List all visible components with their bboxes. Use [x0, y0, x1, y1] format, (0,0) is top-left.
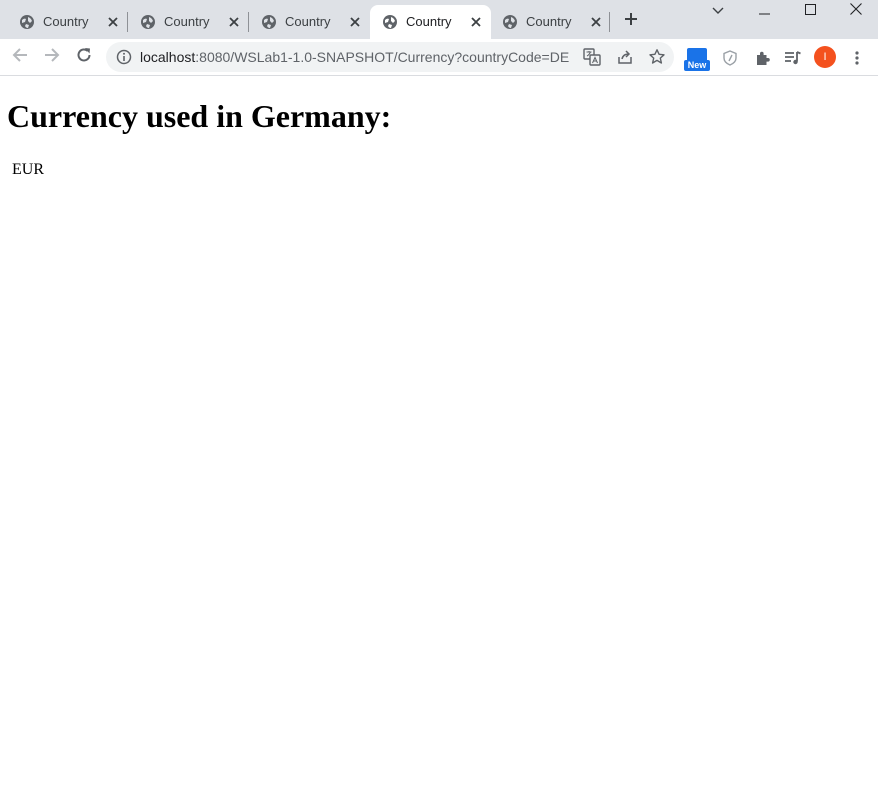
minimize-button[interactable]	[749, 0, 779, 22]
url-text[interactable]: localhost:8080/WSLab1-1.0-SNAPSHOT/Curre…	[140, 49, 569, 65]
arrow-right-icon	[44, 47, 60, 68]
minimize-icon	[758, 2, 770, 20]
globe-icon	[382, 14, 398, 30]
plus-icon	[624, 12, 638, 31]
info-icon[interactable]	[116, 49, 132, 65]
close-icon[interactable]	[225, 13, 243, 31]
close-icon[interactable]	[104, 13, 122, 31]
browser-tab[interactable]: Country	[490, 5, 611, 39]
url-path: :8080/WSLab1-1.0-SNAPSHOT/Currency?count…	[195, 49, 570, 65]
page-title: Currency used in Germany:	[7, 98, 392, 134]
tab-title: Country	[285, 14, 331, 29]
page-content: Currency used in Germany: EUR	[0, 76, 878, 797]
arrow-left-icon	[12, 47, 28, 68]
forward-button[interactable]	[40, 45, 64, 69]
close-icon[interactable]	[587, 13, 605, 31]
url-host: localhost	[140, 49, 196, 65]
maximize-icon	[804, 2, 816, 20]
globe-icon	[19, 14, 35, 30]
tab-strip: Country Country Country Country Country	[0, 0, 878, 39]
kebab-menu-icon[interactable]	[846, 47, 868, 69]
maximize-button[interactable]	[795, 0, 825, 22]
tab-title: Country	[406, 14, 452, 29]
globe-icon	[502, 14, 518, 30]
close-window-button[interactable]	[841, 0, 871, 22]
tab-title: Country	[526, 14, 572, 29]
close-icon	[850, 2, 862, 20]
currency-value: EUR	[12, 161, 44, 178]
translate-icon[interactable]	[582, 47, 602, 67]
extension-logo-icon	[687, 48, 707, 60]
close-icon[interactable]	[467, 13, 485, 31]
chevron-down-icon	[712, 2, 724, 20]
tab-title: Country	[164, 14, 210, 29]
media-playlist-icon[interactable]	[782, 47, 804, 69]
browser-toolbar: localhost:8080/WSLab1-1.0-SNAPSHOT/Curre…	[0, 39, 878, 76]
tab-search-button[interactable]	[703, 0, 733, 22]
shield-extension-icon[interactable]	[719, 47, 741, 69]
browser-tab-active[interactable]: Country	[370, 5, 491, 39]
back-button[interactable]	[8, 45, 32, 69]
bookmark-star-icon[interactable]	[647, 47, 667, 67]
reload-icon	[76, 47, 92, 68]
reload-button[interactable]	[72, 45, 96, 69]
new-extension-badge[interactable]: New	[684, 48, 710, 72]
browser-tab[interactable]: Country	[128, 5, 249, 39]
globe-icon	[261, 14, 277, 30]
extensions-puzzle-icon[interactable]	[752, 47, 774, 69]
new-badge-label: New	[684, 60, 710, 71]
avatar[interactable]: I	[814, 46, 836, 68]
browser-tab[interactable]: Country	[7, 5, 128, 39]
browser-tab[interactable]: Country	[249, 5, 370, 39]
close-icon[interactable]	[346, 13, 364, 31]
tab-divider	[609, 12, 610, 32]
tab-title: Country	[43, 14, 89, 29]
address-bar[interactable]: localhost:8080/WSLab1-1.0-SNAPSHOT/Curre…	[106, 42, 674, 72]
share-icon[interactable]	[615, 47, 635, 67]
new-tab-button[interactable]	[620, 10, 642, 32]
globe-icon	[140, 14, 156, 30]
